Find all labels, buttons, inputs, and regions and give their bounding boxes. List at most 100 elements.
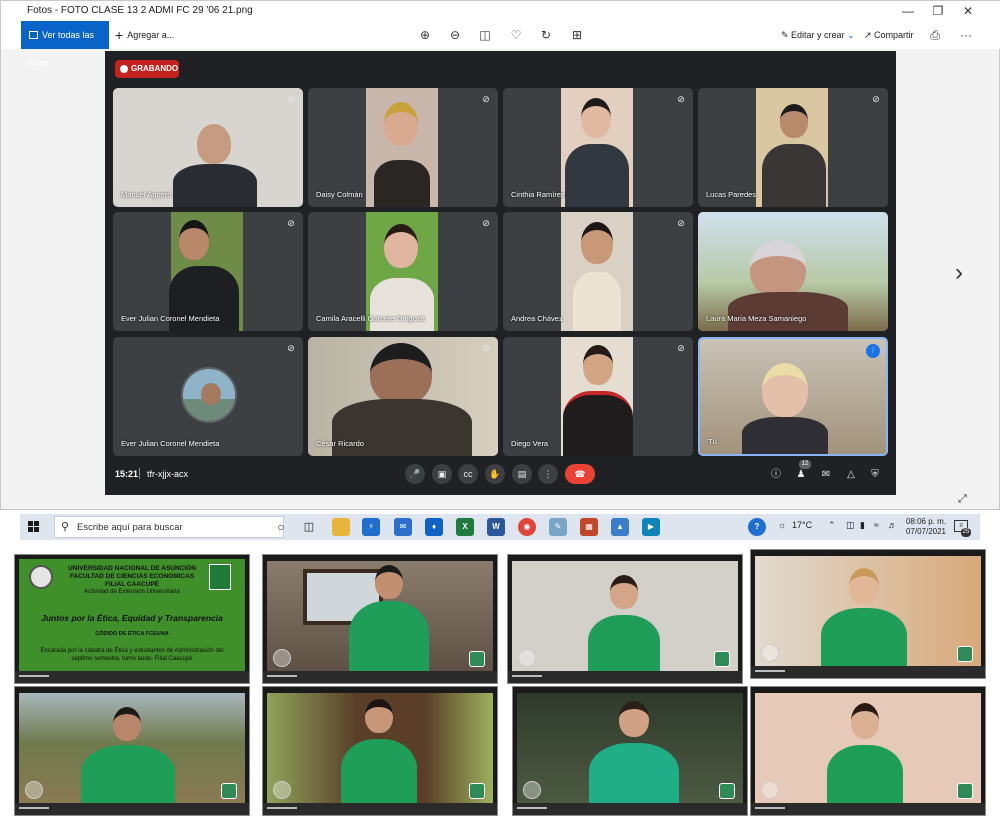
rotate-icon[interactable]: ↻ [538,27,554,43]
video-thumbnail [750,549,986,679]
host-controls-icon[interactable]: ⛨ [868,468,882,482]
window-title: Fotos - FOTO CLASE 13 2 ADMI FC 29 '06 2… [27,5,253,16]
microphone-icon[interactable]: 🎤 [405,464,425,484]
video-player-bar[interactable] [15,671,249,683]
participant-name: César Ricardo [316,439,364,448]
app-icon[interactable]: ⚡ [362,518,380,536]
dropbox-icon[interactable]: ♦ [425,518,443,536]
mic-off-icon: ⊘ [287,218,295,228]
participant-name: Ever Julian Coronel Mendieta [121,314,220,323]
mail-icon[interactable]: ✉ [394,518,412,536]
title-bar: Fotos - FOTO CLASE 13 2 ADMI FC 29 '06 2… [1,1,1000,21]
crop-icon[interactable]: ⊞ [569,27,585,43]
captions-icon[interactable]: cc [458,464,478,484]
archive-icon[interactable]: ▦ [580,518,598,536]
slide-subheading: CÓDIDO DE ÉTICA FCEUNA [95,631,169,637]
participant-name: Laura Maria Meza Samaniego [706,314,807,323]
present-screen-icon[interactable]: ▤ [512,464,532,484]
taskbar-search-input[interactable]: ⚲ Escribe aquí para buscar [54,516,284,538]
video-player-bar[interactable] [15,803,249,815]
paint-icon[interactable]: ✎ [549,518,567,536]
participant-tile: Laura Maria Meza Samaniego [698,212,888,331]
battery-icon[interactable]: ▮ [860,520,865,531]
participant-tile-self: ⋮ Tú [698,337,888,456]
maximize-icon[interactable]: ❐ [923,3,953,19]
watermark-seal [273,781,291,799]
more-options-icon[interactable]: ⋮ [538,464,558,484]
zoom-in-icon[interactable]: ⊕ [417,27,433,43]
zoom-out-icon[interactable]: ⊖ [447,27,463,43]
info-icon[interactable]: ⓘ [769,468,783,482]
chat-icon[interactable]: ✉ [819,468,833,482]
help-icon[interactable]: ? [748,518,766,536]
photos-window: Fotos - FOTO CLASE 13 2 ADMI FC 29 '06 2… [0,0,1000,510]
weather-temperature[interactable]: 17°C [792,520,812,530]
windows-taskbar: ⚲ Escribe aquí para buscar ○ ◫ ⚡ ✉ ♦ X W… [20,514,980,540]
meeting-code: tfr-xjjx-acx [147,469,188,479]
clock-time: 08:06 p. m. [905,517,947,526]
volume-icon[interactable]: ♬ [888,520,897,530]
activities-icon[interactable]: △ [844,468,858,482]
next-photo-icon[interactable]: › [955,259,963,287]
video-player-bar[interactable] [263,671,497,683]
participant-name: Camila Aracelli Garcete Ortigoza [316,314,425,323]
raise-hand-icon[interactable]: ✋ [485,464,505,484]
weather-icon[interactable]: ☼ [778,520,786,530]
watermark-badge [221,783,237,799]
expand-icon[interactable]: ⤢ [958,493,967,506]
slide-line3: FILIAL CAACUPÉ [104,581,160,588]
video-thumbnail [262,686,498,816]
network-icon[interactable]: ◫ [846,520,855,531]
add-to-button[interactable]: + Agregar a... [115,21,174,49]
video-player-bar[interactable] [508,671,742,683]
video-thumbnail [262,554,498,684]
photos-app-icon[interactable]: ▲ [611,518,629,536]
mic-off-icon: ⊘ [677,94,685,104]
slide-line1: UNIVERSIDAD NACIONAL DE ASUNCIÓN [68,565,196,572]
search-icon: ⚲ [61,521,70,533]
minimize-icon[interactable]: — [893,3,923,19]
chrome-icon[interactable]: ◉ [518,518,536,536]
taskbar-clock[interactable]: 08:06 p. m. 07/07/2021 [904,517,948,537]
windows-start-icon[interactable] [28,521,40,533]
watermark-badge [719,783,735,799]
cortana-icon[interactable]: ○ [272,518,290,536]
chevron-up-icon[interactable]: ⌃ [828,520,836,531]
word-icon[interactable]: W [487,518,505,536]
mic-off-icon: ⊘ [482,218,490,228]
video-thumbnail-slide: UNIVERSIDAD NACIONAL DE ASUNCIÓN FACULTA… [14,554,250,684]
gallery-icon [29,31,38,39]
video-player-bar[interactable] [513,803,747,815]
edit-icon: ✎ [781,30,792,40]
watermark-seal [523,781,541,799]
participant-name: Diego Vera [511,439,549,448]
video-player-bar[interactable] [751,803,985,815]
share-icon: ↗ [864,30,875,40]
participant-tile: ⊘ Camila Aracelli Garcete Ortigoza [308,212,498,331]
participant-name: Cinthia Ramírez [511,190,565,199]
heart-icon[interactable]: ♡ [508,27,524,43]
video-editor-icon[interactable]: ▶ [642,518,660,536]
excel-icon[interactable]: X [456,518,474,536]
close-icon[interactable]: ✕ [953,3,983,19]
view-all-photos-button[interactable]: Ver todas las fotos [21,21,109,68]
share-button[interactable]: ↗ Compartir [864,21,914,49]
file-explorer-icon[interactable] [332,518,350,536]
wifi-icon[interactable]: ≈ [874,520,879,530]
video-player-bar[interactable] [751,666,985,678]
participant-name: Lucas Paredes [706,190,757,199]
watermark-seal [273,649,291,667]
end-call-icon[interactable]: ☎ [565,464,595,484]
video-player-bar[interactable] [263,803,497,815]
people-icon[interactable]: ♟ [794,468,808,482]
participant-tile: ⊘ Daisy Colmán [308,88,498,207]
participant-tile: ⊘ Ever Julian Coronel Mendieta [113,212,303,331]
print-icon[interactable]: ⎙ [927,27,943,43]
task-view-icon[interactable]: ◫ [300,518,318,536]
more-options-icon[interactable]: ··· [958,27,974,43]
edit-create-button[interactable]: ✎ Editar y crear ⌄ [781,21,855,49]
delete-icon[interactable]: ◫ [477,27,493,43]
camera-icon[interactable]: ▣ [432,464,452,484]
participant-name: Manuel Aguero [121,190,172,199]
mic-off-icon: ⊘ [677,343,685,353]
